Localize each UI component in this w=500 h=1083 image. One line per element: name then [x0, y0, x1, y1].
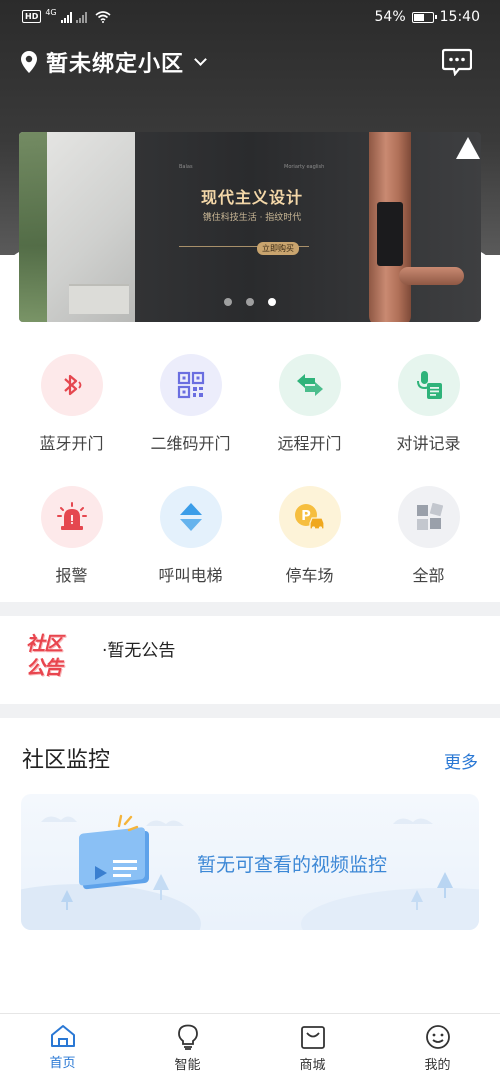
qrcode-circle [159, 354, 222, 416]
feature-label: 全部 [412, 566, 445, 585]
banner-mini-left: Balas [179, 164, 193, 170]
nav-label: 商城 [299, 1058, 326, 1073]
banner-pagination[interactable] [224, 298, 276, 306]
nav-label: 智能 [174, 1058, 201, 1073]
banner-subline: 镌住科技生活 · 指纹时代 [202, 213, 302, 223]
feature-label: 呼叫电梯 [158, 566, 223, 585]
banner-wall-image [19, 132, 135, 322]
elevator-icon [179, 503, 202, 531]
banner-buy-button[interactable]: 立即购买 [257, 242, 299, 255]
remote-unlock-button[interactable]: 远程开门 [250, 354, 369, 454]
svg-text:P: P [301, 509, 311, 524]
network-type: 4G [45, 8, 57, 17]
lightbulb-icon [177, 1024, 198, 1050]
decor-triangle [456, 137, 480, 159]
alarm-button[interactable]: 报警 [12, 486, 131, 586]
parking-icon: P [294, 504, 325, 530]
intercom-icon [416, 371, 442, 399]
section-divider [0, 704, 500, 718]
monitor-empty-text: 暂无可查看的视频监控 [197, 854, 388, 876]
all-grid-icon [416, 503, 443, 530]
shopping-bag-icon [300, 1026, 325, 1049]
banner-dot[interactable] [246, 298, 254, 306]
elevator-circle [159, 486, 222, 548]
feature-label: 对讲记录 [396, 434, 461, 453]
notice-text: ·暂无公告 [102, 641, 176, 661]
nav-home[interactable]: 首页 [0, 1014, 125, 1083]
monitor-title: 社区监控 [22, 748, 111, 773]
smart-lock-image [369, 132, 464, 322]
call-elevator-button[interactable]: 呼叫电梯 [131, 486, 250, 586]
promo-banner[interactable]: Balas Moriarty eaglish 现代主义设计 镌住科技生活 · 指… [19, 132, 481, 322]
remote-circle [278, 354, 341, 416]
hd-badge: HD [22, 10, 42, 23]
all-features-button[interactable]: 全部 [369, 486, 488, 586]
parking-button[interactable]: P 停车场 [250, 486, 369, 586]
nav-mall[interactable]: 商城 [250, 1014, 375, 1083]
section-divider [0, 602, 500, 616]
feature-label: 蓝牙开门 [39, 434, 104, 453]
bluetooth-unlock-button[interactable]: 蓝牙开门 [12, 354, 131, 454]
signal-icon [60, 11, 72, 23]
notice-bar[interactable]: 社区 公告 ·暂无公告 [0, 616, 500, 704]
parking-circle: P [278, 486, 341, 548]
message-icon[interactable] [442, 48, 472, 76]
banner-headline: 现代主义设计 [200, 188, 303, 207]
community-notice-logo: 社区 公告 [26, 633, 63, 679]
intercom-circle [397, 354, 460, 416]
feature-label: 报警 [55, 566, 88, 585]
battery-percent: 54% [374, 9, 406, 25]
remote-arrows-icon [296, 374, 323, 396]
nav-label: 我的 [424, 1058, 451, 1073]
monitor-empty-card: 暂无可查看的视频监控 [21, 794, 479, 930]
battery-icon [411, 11, 437, 23]
home-icon [50, 1025, 75, 1047]
location-pin-icon [21, 51, 37, 73]
banner-mini-right: Moriarty eaglish [284, 164, 325, 170]
alarm-siren-icon [56, 502, 87, 530]
clock: 15:40 [439, 9, 480, 25]
all-circle [397, 486, 460, 548]
chevron-down-icon [194, 52, 207, 66]
feature-label: 二维码开门 [150, 434, 231, 453]
banner-dot-active[interactable] [268, 298, 276, 306]
bluetooth-icon [63, 374, 81, 396]
bluetooth-circle [40, 354, 103, 416]
feature-label: 停车场 [285, 566, 334, 585]
signal-2-icon [75, 11, 87, 23]
nav-label: 首页 [49, 1056, 76, 1071]
wifi-icon [95, 11, 111, 23]
monitor-more-link[interactable]: 更多 [444, 748, 478, 773]
feature-label: 远程开门 [277, 434, 342, 453]
qrcode-icon [177, 371, 204, 399]
feature-grid: 蓝牙开门 二维码开门 远程开门 对讲记录 报警 呼叫电梯 P 停车场 全部 [12, 354, 488, 586]
intercom-records-button[interactable]: 对讲记录 [369, 354, 488, 454]
smiley-face-icon [425, 1025, 450, 1049]
bottom-nav: 首页 智能 商城 我的 [0, 1013, 500, 1083]
nav-mine[interactable]: 我的 [375, 1014, 500, 1083]
community-selector[interactable]: 暂未绑定小区 [20, 46, 207, 78]
banner-dot[interactable] [224, 298, 232, 306]
qrcode-unlock-button[interactable]: 二维码开门 [131, 354, 250, 454]
community-name: 暂未绑定小区 [46, 52, 185, 77]
alarm-circle [40, 486, 103, 548]
nav-smart[interactable]: 智能 [125, 1014, 250, 1083]
status-bar: HD 4G 54% 15:40 [0, 0, 500, 36]
